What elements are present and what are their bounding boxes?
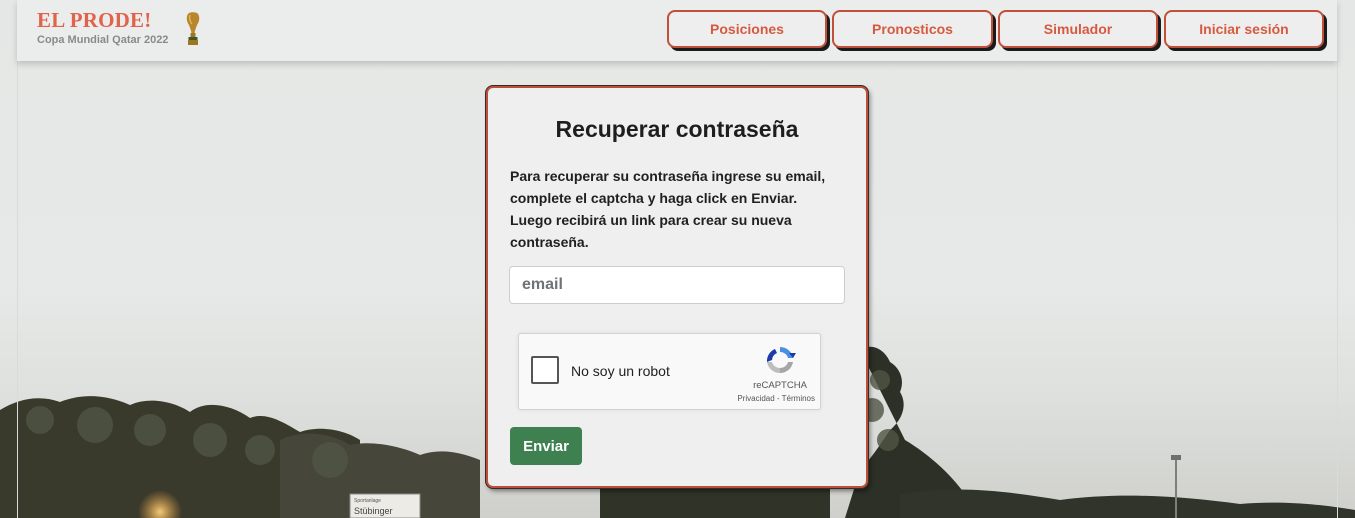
brand-title[interactable]: EL PRODE!: [37, 8, 151, 33]
instructions-text: Para recuperar su contraseña ingrese su …: [510, 168, 826, 250]
recaptcha-privacy-terms-links[interactable]: Privacidad - Términos: [725, 394, 815, 403]
submit-button[interactable]: Enviar: [510, 427, 582, 465]
nav-simulador-button[interactable]: Simulador: [998, 10, 1158, 48]
sign-text-small: Sportanlage: [354, 498, 381, 504]
brand-subtitle: Copa Mundial Qatar 2022: [37, 34, 169, 46]
nav-posiciones-button[interactable]: Posiciones: [667, 10, 827, 48]
world-cup-trophy-icon: [186, 12, 200, 45]
recaptcha-brand: reCAPTCHA: [753, 380, 807, 391]
nav-pronosticos-button[interactable]: Pronosticos: [832, 10, 993, 48]
recaptcha-label: No soy un robot: [571, 363, 670, 379]
recaptcha-checkbox[interactable]: [531, 356, 559, 384]
sign-text: Stübinger: [354, 506, 393, 516]
page-title: Recuperar contraseña: [555, 116, 799, 142]
frame-line-left: [17, 60, 18, 518]
password-recovery-card: Recuperar contraseña Para recuperar su c…: [486, 86, 868, 488]
nav-iniciar-sesion-button[interactable]: Iniciar sesión: [1164, 10, 1324, 48]
email-input[interactable]: [509, 266, 845, 304]
top-navbar: EL PRODE! Copa Mundial Qatar 2022 Posici…: [17, 0, 1337, 61]
recaptcha-widget: No soy un robot reCAPTCHA Privacidad - T…: [518, 333, 821, 410]
frame-line-right: [1337, 60, 1338, 518]
recaptcha-logo-icon: [766, 346, 796, 374]
